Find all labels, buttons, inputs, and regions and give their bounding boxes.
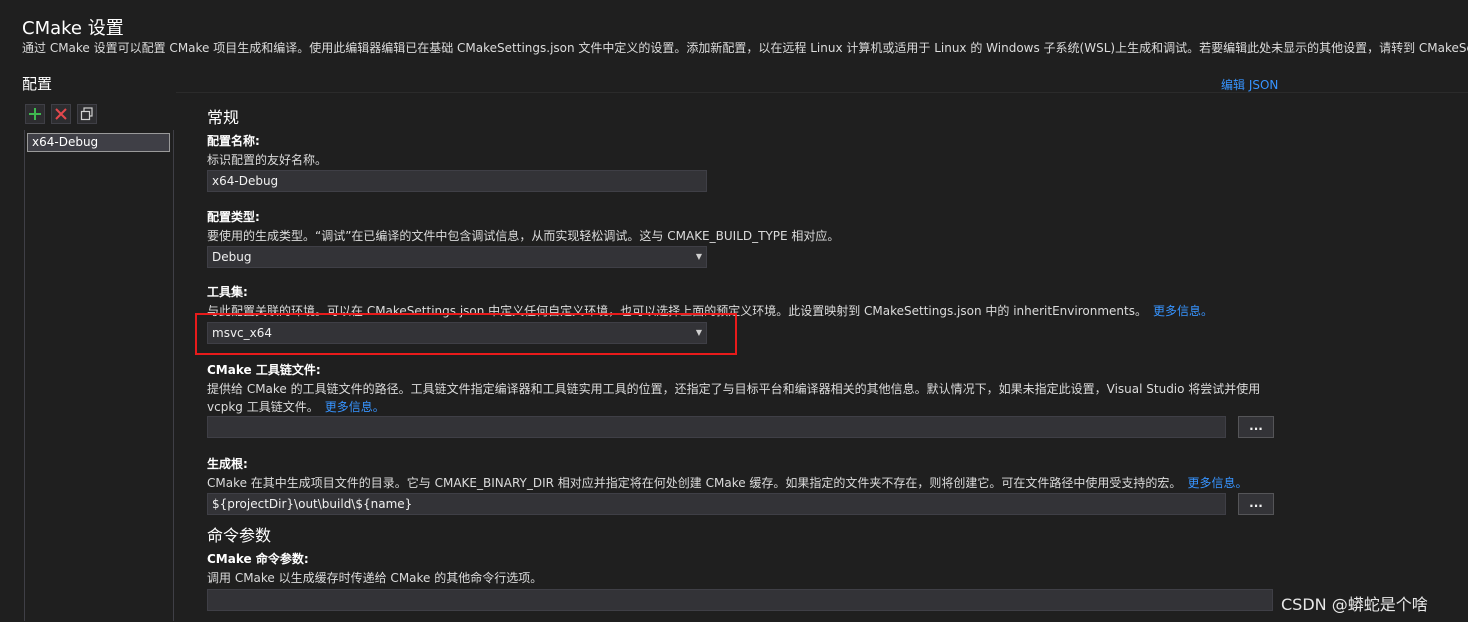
config-list-item[interactable]: x64-Debug (27, 133, 170, 152)
page-title: CMake 设置 (22, 18, 124, 39)
edit-json-link[interactable]: 编辑 JSON (1221, 76, 1278, 93)
config-name-label: 配置名称: (207, 134, 260, 148)
toolset-more-info-link[interactable]: 更多信息。 (1153, 304, 1213, 318)
add-icon (29, 108, 41, 120)
remove-icon (55, 108, 67, 120)
command-args-section-title: 命令参数 (207, 526, 272, 545)
config-heading: 配置 (22, 75, 53, 93)
toolchain-help-row2: vcpkg 工具链文件。 更多信息。 (207, 398, 385, 415)
copy-config-button[interactable] (77, 104, 97, 124)
remove-config-button[interactable] (51, 104, 71, 124)
build-root-browse-button[interactable]: ... (1238, 493, 1274, 515)
config-name-input[interactable]: x64-Debug (207, 170, 707, 192)
config-type-value: Debug (212, 250, 252, 264)
toolchain-file-input[interactable] (207, 416, 1226, 438)
build-root-help: CMake 在其中生成项目文件的目录。它与 CMAKE_BINARY_DIR 相… (207, 476, 1182, 490)
watermark: CSDN @蟒蛇是个啥 (1281, 595, 1428, 614)
settings-pane: 常规 配置名称: 标识配置的友好名称。 x64-Debug 配置类型: 要使用的… (176, 92, 1468, 622)
cmake-args-help: 调用 CMake 以生成缓存时传递给 CMake 的其他命令行选项。 (207, 571, 543, 585)
toolchain-label: CMake 工具链文件: (207, 363, 321, 377)
config-type-dropdown[interactable]: Debug ▼ (207, 246, 707, 268)
build-root-help-row: CMake 在其中生成项目文件的目录。它与 CMAKE_BINARY_DIR 相… (207, 474, 1247, 491)
chevron-down-icon: ▼ (695, 252, 702, 261)
config-name-help: 标识配置的友好名称。 (207, 153, 328, 167)
build-root-more-info-link[interactable]: 更多信息。 (1187, 476, 1247, 490)
cmake-args-input[interactable] (207, 589, 1273, 611)
toolchain-more-info-link[interactable]: 更多信息。 (325, 400, 385, 414)
toolchain-browse-button[interactable]: ... (1238, 416, 1274, 438)
toolchain-help-line2: vcpkg 工具链文件。 (207, 400, 319, 414)
toolset-label: 工具集: (207, 285, 248, 299)
cmake-args-label: CMake 命令参数: (207, 552, 309, 566)
add-config-button[interactable] (25, 104, 45, 124)
copy-icon (80, 107, 93, 121)
build-root-label: 生成根: (207, 457, 248, 471)
page-description: 通过 CMake 设置可以配置 CMake 项目生成和编译。使用此编辑器编辑已在… (22, 41, 1468, 55)
config-type-label: 配置类型: (207, 210, 260, 224)
general-section-title: 常规 (207, 108, 240, 127)
toolchain-help-line1: 提供给 CMake 的工具链文件的路径。工具链文件指定编译器和工具链实用工具的位… (207, 382, 1261, 396)
config-type-help: 要使用的生成类型。“调试”在已编译的文件中包含调试信息，从而实现轻松调试。这与 … (207, 229, 840, 243)
config-list: x64-Debug (24, 130, 174, 621)
highlight-box (195, 313, 737, 355)
build-root-input[interactable]: ${projectDir}\out\build\${name} (207, 493, 1226, 515)
